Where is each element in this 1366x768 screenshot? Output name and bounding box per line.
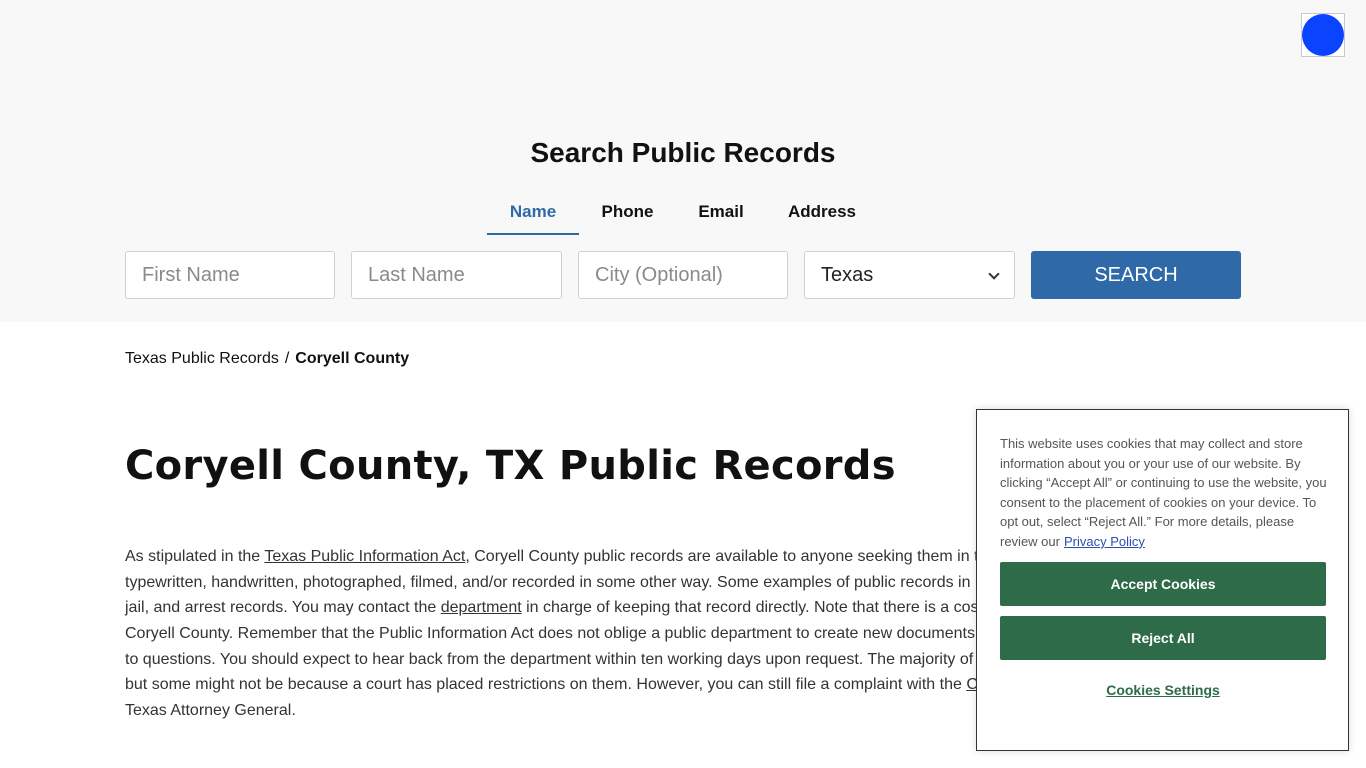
text-segment: jail, and arrest records. You may contac… (125, 599, 441, 617)
breadcrumb-separator: / (284, 350, 290, 367)
search-button[interactable]: SEARCH (1031, 251, 1241, 299)
search-hero: Search Public Records Name Phone Email A… (0, 0, 1366, 322)
state-select-value: Texas (821, 264, 874, 286)
first-name-input[interactable] (125, 251, 335, 299)
city-input[interactable] (578, 251, 788, 299)
search-title: Search Public Records (530, 137, 836, 168)
texas-public-information-act-link[interactable]: Texas Public Information Act (264, 548, 465, 565)
chevron-down-icon (988, 268, 1000, 280)
search-tabs: Name Phone Email Address (0, 193, 1366, 237)
department-link[interactable]: department (441, 599, 522, 616)
cookie-message: This website uses cookies that may colle… (1000, 434, 1330, 552)
avatar[interactable] (1301, 13, 1345, 57)
text-segment: in charge of keeping that record directl… (521, 599, 979, 617)
avatar-image (1302, 14, 1344, 56)
state-select[interactable]: Texas (804, 251, 1015, 299)
tab-address[interactable]: Address (776, 193, 868, 235)
tab-name[interactable]: Name (487, 193, 579, 235)
text-segment: , Coryell County public records are avai… (465, 548, 979, 565)
text-segment: but some might not be because a court ha… (125, 676, 967, 694)
breadcrumb: Texas Public Records / Coryell County (125, 350, 409, 368)
reject-all-button[interactable]: Reject All (1000, 616, 1326, 660)
breadcrumb-texas-public-records[interactable]: Texas Public Records (125, 350, 279, 367)
last-name-input[interactable] (351, 251, 562, 299)
tab-phone[interactable]: Phone (590, 193, 665, 235)
privacy-policy-link[interactable]: Privacy Policy (1064, 534, 1145, 549)
cookie-banner: This website uses cookies that may colle… (976, 409, 1349, 751)
tab-email[interactable]: Email (686, 193, 756, 235)
page-title: Coryell County, TX Public Records (125, 443, 896, 489)
text-segment: As stipulated in the (125, 548, 265, 565)
cookie-message-text: This website uses cookies that may colle… (1000, 436, 1327, 549)
breadcrumb-current: Coryell County (295, 350, 410, 367)
accept-cookies-button[interactable]: Accept Cookies (1000, 562, 1326, 606)
cookies-settings-link[interactable]: Cookies Settings (1000, 682, 1326, 698)
